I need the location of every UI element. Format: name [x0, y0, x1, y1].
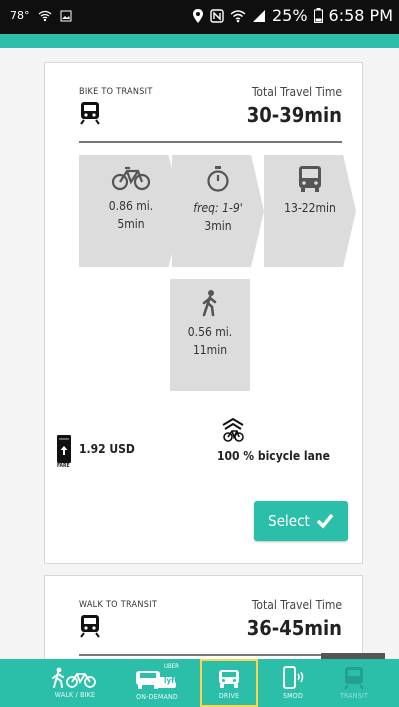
route-segment-bus: 13-22min: [264, 155, 356, 267]
battery-icon: [313, 8, 323, 23]
tab-label: DRIVE: [218, 692, 240, 700]
stopwatch-icon: [207, 166, 229, 192]
segment-duration: 3min: [204, 219, 232, 233]
status-left: 78°: [10, 9, 72, 22]
walk-icon: [202, 290, 217, 317]
mode-label: WALK TO TRANSIT: [79, 600, 158, 610]
select-button[interactable]: Select: [254, 501, 348, 541]
total-travel-time-label: Total Travel Time: [251, 598, 342, 612]
tab-label: TRANSIT: [339, 692, 369, 700]
segment-distance: 0.86 mi.: [108, 199, 154, 213]
bike-lane-value: 100 % bicycle lane: [217, 449, 330, 463]
tab-label: SMOD: [282, 692, 304, 700]
segment-frequency: freq: 1-9': [193, 201, 243, 215]
bus-icon: [299, 166, 321, 192]
train-icon: [344, 667, 364, 690]
bottom-nav: WALK / BIKE UBER lyft ON-DEMAND DRIVE SM…: [0, 653, 399, 707]
wifi-icon: [38, 10, 51, 21]
tab-walk-bike[interactable]: WALK / BIKE: [40, 659, 110, 707]
fare-info: 1.92 USD: [57, 435, 135, 463]
bicycle-icon: [111, 166, 151, 191]
route-option-card[interactable]: BIKE TO TRANSIT Total Travel Time 30-39m…: [44, 62, 363, 564]
tab-drive[interactable]: DRIVE: [200, 659, 258, 707]
route-segment-walk: 0.56 mi. 11min: [170, 279, 250, 391]
tab-label: WALK / BIKE: [54, 691, 96, 699]
total-travel-time-value: 30-39min: [246, 103, 342, 127]
tab-smod[interactable]: SMOD: [268, 659, 318, 707]
nfc-icon: [210, 8, 224, 23]
route-segment-wait: freq: 1-9' 3min: [172, 155, 264, 267]
bike-lane-info: 100 % bicycle lane: [217, 417, 330, 463]
train-icon: [80, 102, 100, 125]
uber-badge: UBER: [164, 663, 179, 670]
divider: [79, 654, 342, 656]
segment-distance: 0.56 mi.: [187, 325, 233, 339]
train-icon: [80, 615, 100, 638]
battery-percent: 25%: [271, 6, 308, 25]
fare-value: 1.92 USD: [79, 442, 135, 456]
segment-duration: 11min: [192, 343, 228, 357]
segment-duration: 5min: [117, 217, 145, 231]
car-icon: [219, 670, 239, 688]
phone-signal-icon: [283, 666, 304, 689]
tab-label: ON-DEMAND: [136, 693, 178, 701]
segment-duration: 13-22min: [284, 201, 336, 215]
location-icon: [192, 8, 203, 23]
temperature-text: 78°: [10, 9, 30, 22]
total-travel-time-value: 36-45min: [246, 616, 342, 640]
cell-signal-icon: [252, 9, 265, 22]
image-icon: [60, 10, 71, 21]
clock-text: 6:58 PM: [328, 6, 393, 25]
bike-lane-icon: [222, 417, 244, 442]
tab-on-demand[interactable]: UBER lyft ON-DEMAND: [124, 659, 190, 707]
tab-transit[interactable]: TRANSIT: [322, 659, 386, 707]
walk-bike-icon: [52, 667, 96, 688]
mode-label: BIKE TO TRANSIT: [79, 87, 153, 97]
divider: [79, 141, 342, 143]
checkmark-icon: [316, 513, 334, 529]
status-right: 25% 6:58 PM: [192, 6, 393, 25]
lyft-badge: lyft: [164, 676, 178, 685]
status-bar: 78° 25% 6:58 PM: [0, 0, 399, 34]
total-travel-time-label: Total Travel Time: [251, 85, 342, 99]
route-segment-bike: 0.86 mi. 5min: [79, 155, 183, 267]
header-strip: [0, 34, 399, 48]
fare-card-icon: [57, 435, 71, 463]
wifi-signal-icon: [230, 9, 246, 22]
fare-caption: FARE: [57, 463, 70, 469]
select-button-label: Select: [268, 512, 310, 530]
